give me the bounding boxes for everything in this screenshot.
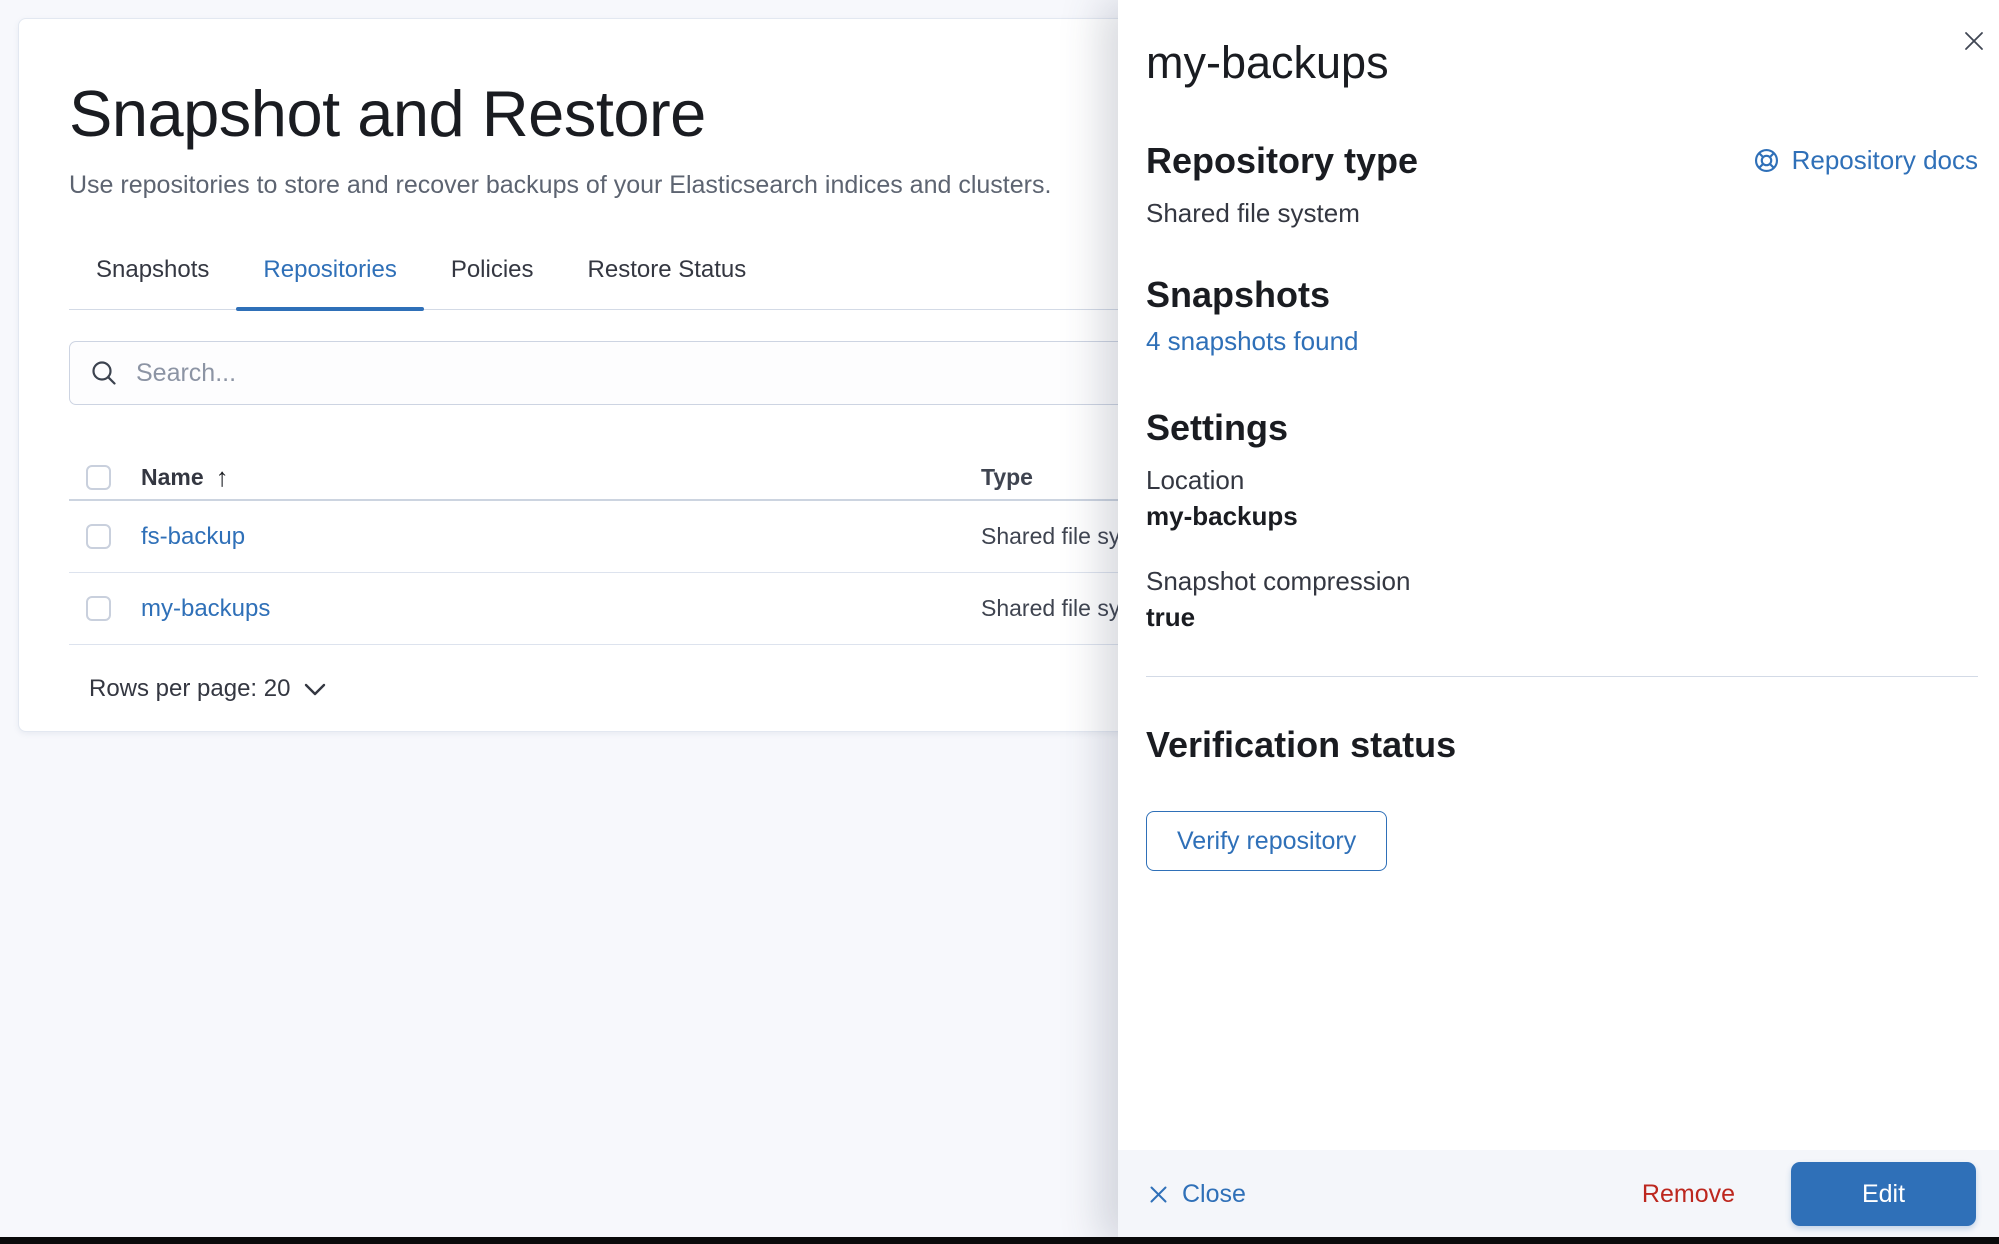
row-checkbox-my-backups[interactable] — [86, 596, 111, 621]
column-header-name[interactable]: Name ↑ — [141, 462, 981, 493]
repository-link-fs-backup[interactable]: fs-backup — [141, 523, 245, 551]
chevron-down-icon — [304, 683, 326, 696]
tab-snapshots[interactable]: Snapshots — [69, 255, 236, 309]
repository-docs-link[interactable]: Repository docs — [1753, 145, 1978, 176]
setting-value-location: my-backups — [1146, 501, 1978, 532]
select-all-checkbox[interactable] — [86, 465, 111, 490]
flyout-close-button[interactable]: Close — [1149, 1180, 1246, 1209]
setting-label-compression: Snapshot compression — [1146, 566, 1978, 597]
sort-ascending-icon: ↑ — [216, 462, 229, 493]
window-bottom-edge — [0, 1237, 1999, 1244]
repository-details-flyout: my-backups Repository type Repository do… — [1118, 0, 1999, 1244]
flyout-footer: Close Remove Edit — [1118, 1150, 1999, 1244]
repository-type-value: Shared file system — [1146, 196, 1978, 231]
repository-type-heading: Repository type — [1146, 138, 1418, 183]
remove-repository-button[interactable]: Remove — [1642, 1180, 1735, 1209]
page-title: Snapshot and Restore — [69, 73, 706, 154]
snapshots-found-link[interactable]: 4 snapshots found — [1146, 326, 1978, 357]
edit-repository-button[interactable]: Edit — [1791, 1162, 1976, 1226]
repository-link-my-backups[interactable]: my-backups — [141, 595, 270, 623]
setting-value-compression: true — [1146, 602, 1978, 633]
close-icon — [1149, 1185, 1168, 1204]
settings-heading: Settings — [1146, 405, 1978, 450]
snapshots-heading: Snapshots — [1146, 272, 1978, 317]
tab-policies[interactable]: Policies — [424, 255, 561, 309]
documentation-icon — [1753, 147, 1780, 174]
verification-status-heading: Verification status — [1146, 722, 1978, 767]
flyout-title: my-backups — [1146, 36, 1978, 90]
tab-restore-status[interactable]: Restore Status — [561, 255, 774, 309]
rows-per-page-selector[interactable]: Rows per page: 20 — [89, 675, 326, 703]
page-subtitle: Use repositories to store and recover ba… — [69, 168, 1051, 203]
row-checkbox-fs-backup[interactable] — [86, 524, 111, 549]
setting-label-location: Location — [1146, 465, 1978, 496]
verify-repository-button[interactable]: Verify repository — [1146, 811, 1387, 871]
section-divider — [1146, 676, 1978, 677]
tab-repositories[interactable]: Repositories — [236, 255, 423, 309]
search-icon — [90, 359, 118, 387]
